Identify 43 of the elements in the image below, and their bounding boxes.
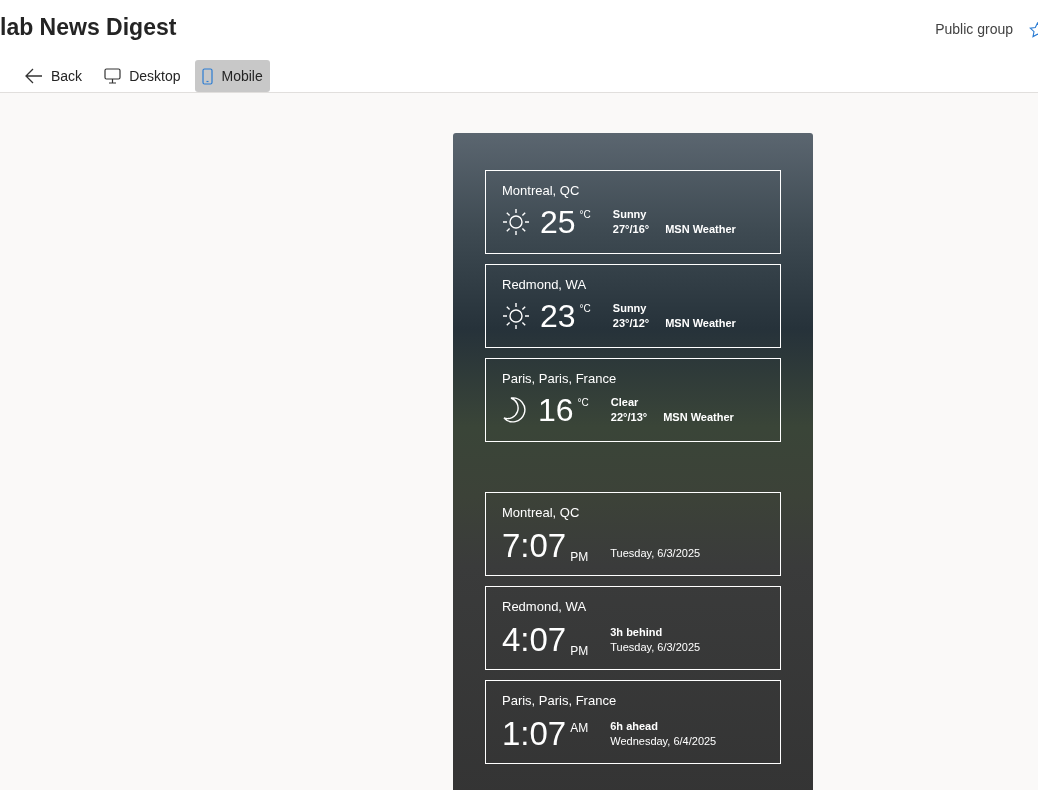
meridiem: AM [570, 720, 589, 737]
page-title: lab News Digest [0, 13, 177, 42]
back-arrow-icon [25, 68, 43, 84]
temperature-range: 27°/16° [612, 222, 650, 237]
weather-source: MSN Weather [663, 410, 734, 425]
condition: Clear [610, 395, 640, 410]
group-visibility: Public group [935, 20, 1013, 39]
weather-source: MSN Weather [665, 222, 736, 237]
temperature: 23 [540, 299, 576, 333]
date: Wednesday, 6/4/2025 [610, 734, 717, 749]
clock-time: 4:07 [502, 621, 567, 659]
meridiem: PM [570, 643, 589, 659]
toolbar-button[interactable]: Back [18, 60, 90, 92]
time-offset: 6h ahead [610, 719, 659, 734]
sun-icon [502, 208, 530, 236]
phone-icon [202, 67, 214, 85]
condition: Sunny [612, 207, 648, 222]
city-name: Paris, Paris, France [502, 693, 618, 709]
temperature: 25 [540, 205, 576, 239]
temperature-range: 23°/12° [612, 316, 650, 331]
sun-icon [502, 302, 530, 330]
city-name: Paris, Paris, France [502, 371, 618, 387]
clock-time: 1:07 [502, 715, 567, 753]
city-name: Montreal, QC [502, 183, 581, 199]
city-name: Montreal, QC [502, 505, 581, 521]
date: Tuesday, 6/3/2025 [610, 640, 701, 655]
toolbar-button[interactable]: Desktop [97, 60, 188, 92]
weather-source: MSN Weather [665, 316, 736, 331]
clock-time: 7:07 [502, 527, 567, 565]
temperature-unit: °C [577, 396, 589, 410]
date: Tuesday, 6/3/2025 [610, 546, 701, 561]
city-name: Redmond, WA [502, 599, 588, 615]
temperature: 16 [538, 393, 574, 427]
temperature-unit: °C [579, 208, 591, 222]
monitor-icon [104, 68, 122, 84]
city-name: Redmond, WA [502, 277, 588, 293]
temperature-unit: °C [579, 302, 591, 316]
condition: Sunny [612, 301, 648, 316]
moon-icon [502, 396, 528, 424]
time-offset: 3h behind [610, 625, 664, 640]
temperature-range: 22°/13° [610, 410, 648, 425]
meridiem: PM [570, 549, 589, 565]
toolbar-button[interactable]: Mobile [195, 60, 270, 92]
